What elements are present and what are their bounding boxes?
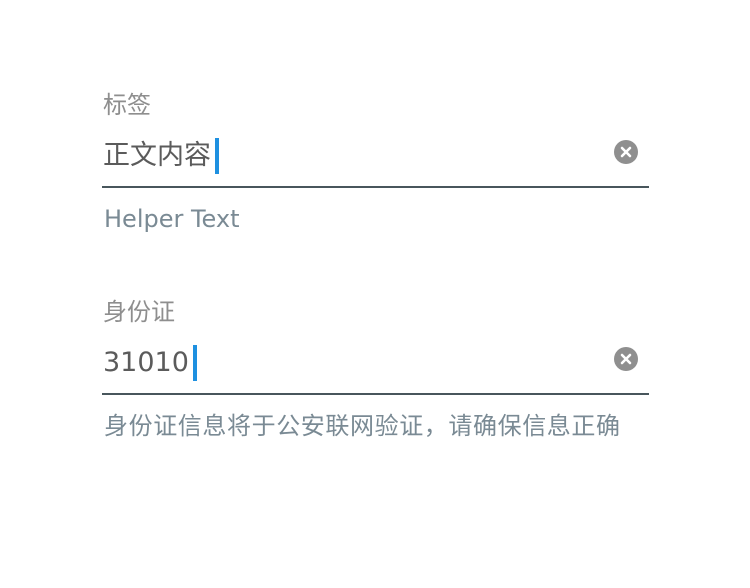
id-card-input[interactable]: 31010 [102, 329, 649, 395]
input-value-wrap: 31010 [103, 345, 197, 381]
helper-text: Helper Text [104, 205, 240, 233]
input-value-wrap: 正文内容 [103, 138, 219, 174]
helper-text: 身份证信息将于公安联网验证，请确保信息正确 [104, 412, 621, 440]
text-cursor [192, 345, 197, 381]
field-label: 身份证 [103, 298, 175, 326]
clear-icon[interactable] [614, 347, 638, 371]
input-value: 31010 [103, 347, 189, 378]
text-cursor [215, 138, 219, 174]
input-value: 正文内容 [103, 140, 211, 171]
clear-icon[interactable] [614, 140, 638, 164]
text-input[interactable]: 正文内容 [102, 122, 649, 188]
text-field-label: 标签 正文内容 Helper Text [102, 88, 649, 236]
id-card-field: 身份证 31010 身份证信息将于公安联网验证，请确保信息正确 [102, 295, 649, 443]
field-label: 标签 [103, 91, 151, 119]
